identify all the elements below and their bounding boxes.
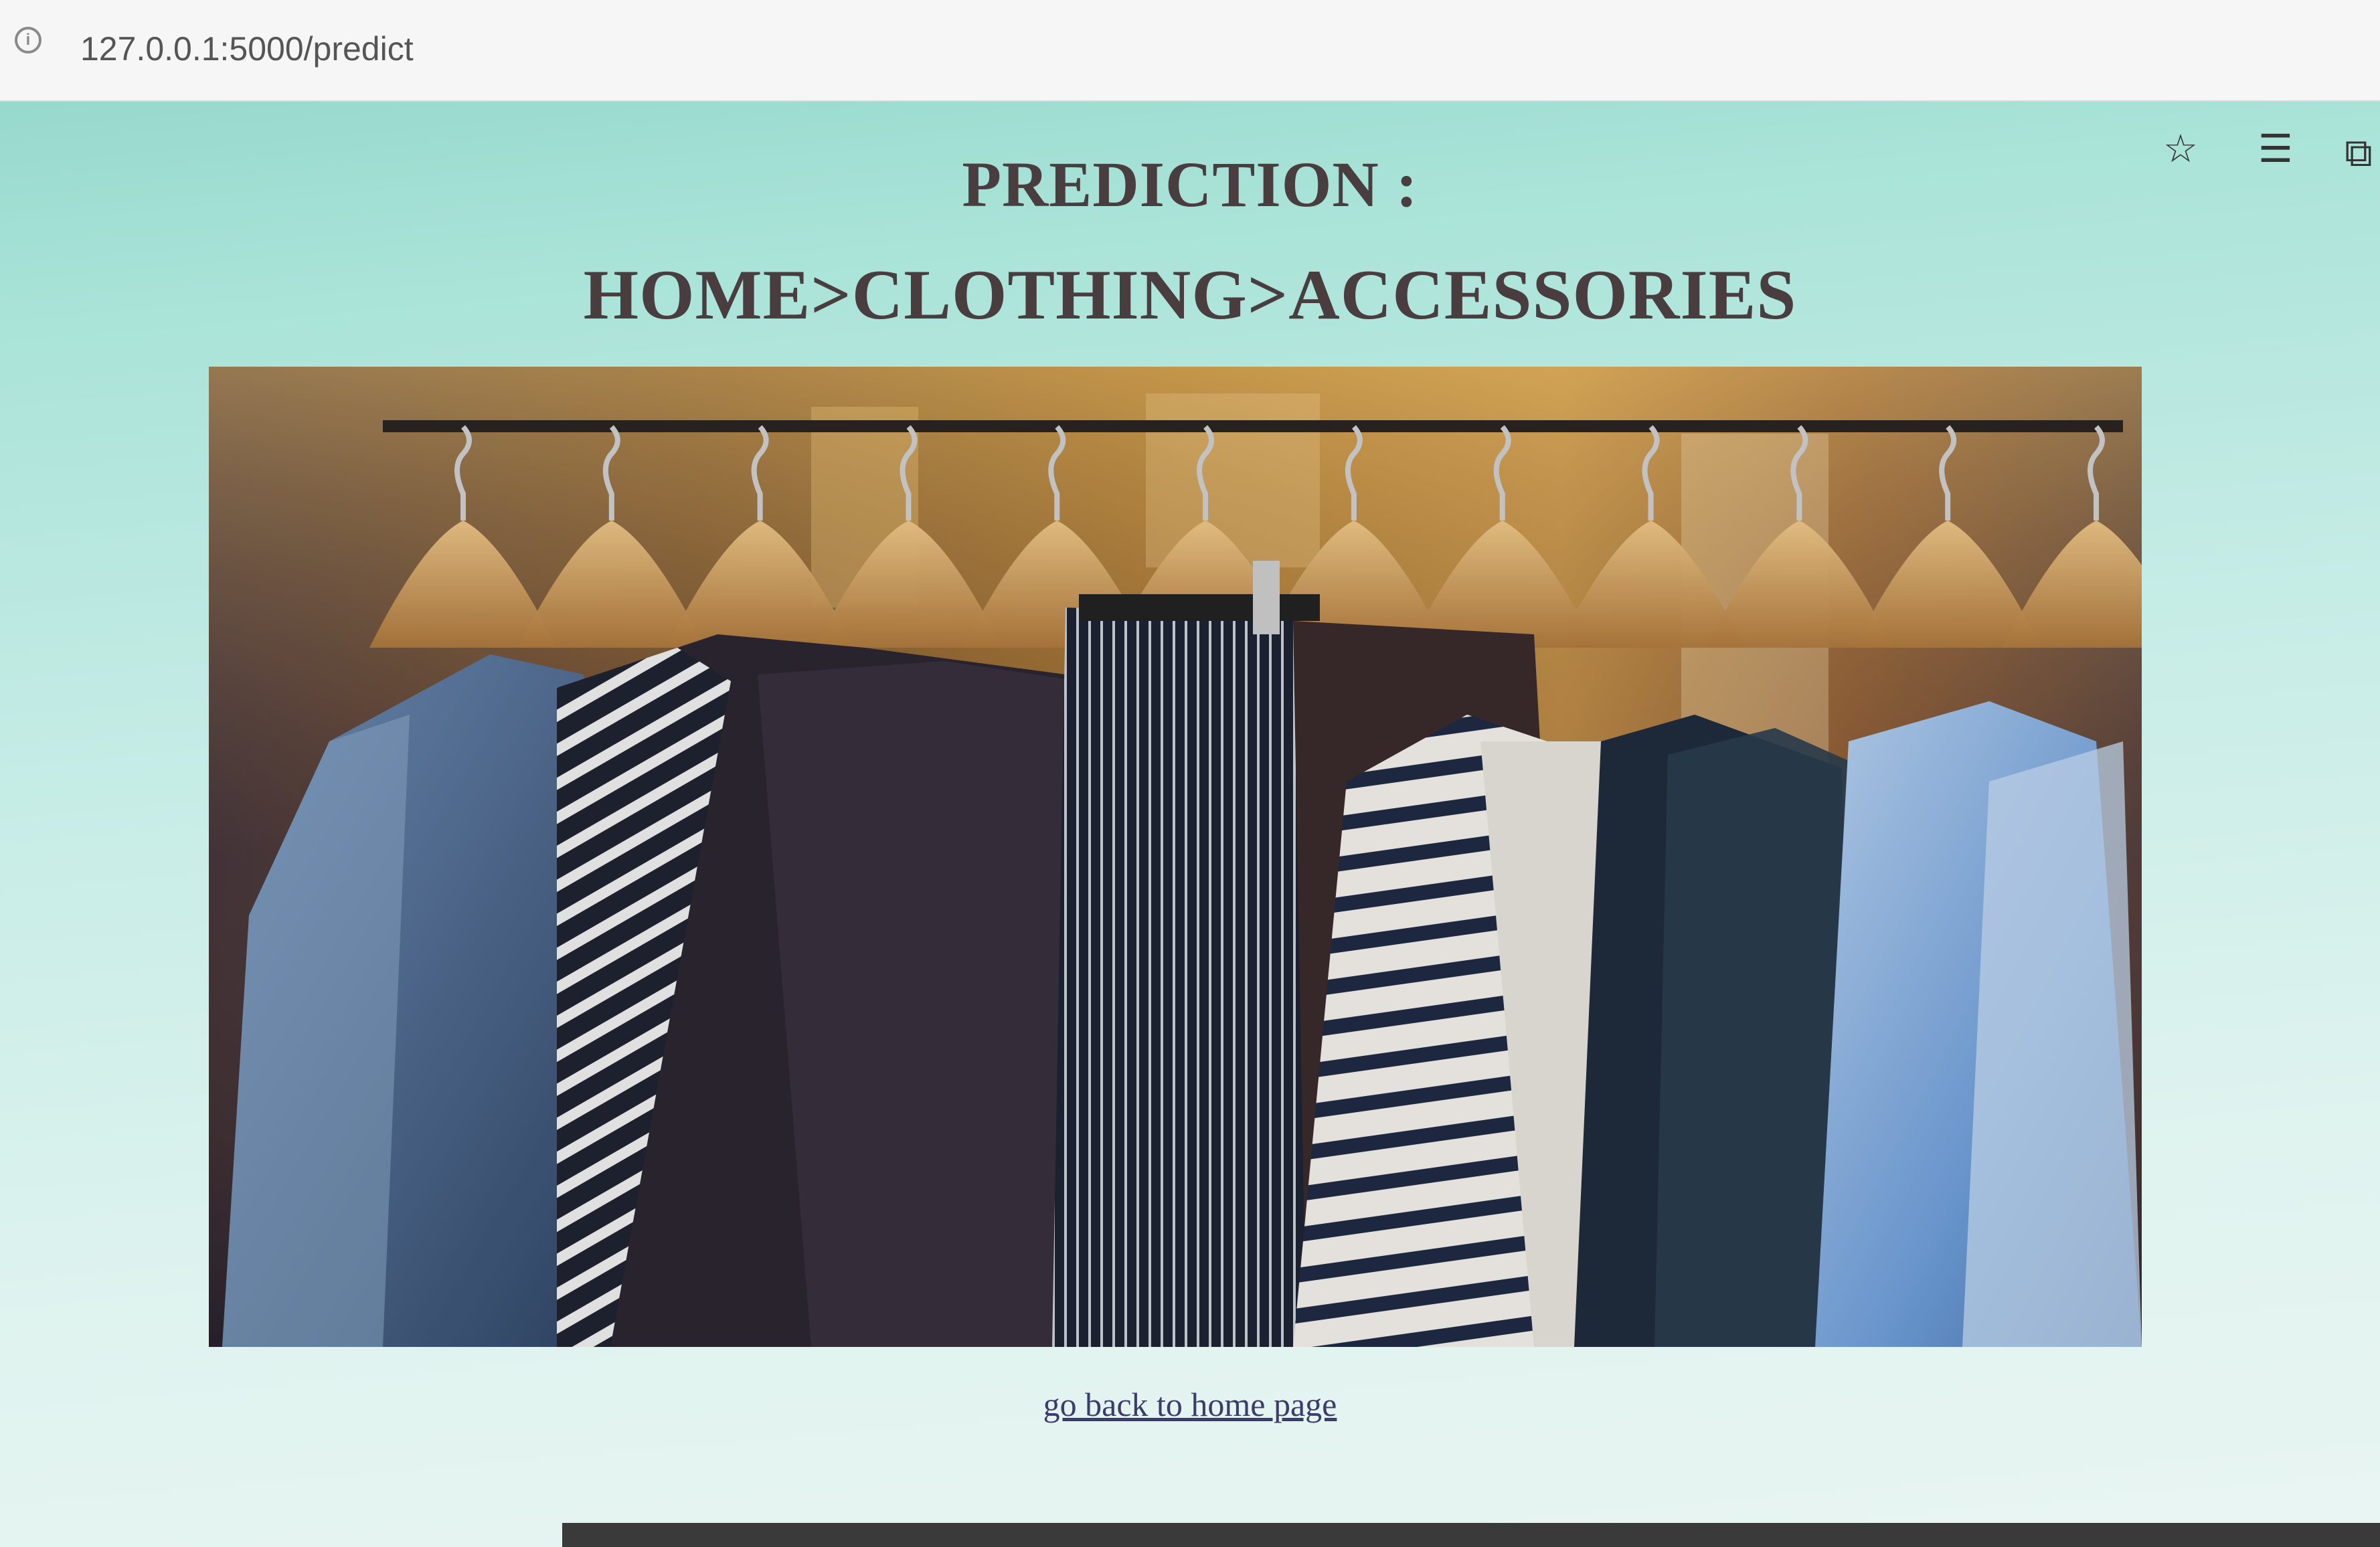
page-title: PREDICTION : xyxy=(962,149,1418,220)
info-icon[interactable]: i xyxy=(15,27,41,54)
home-link-container: go back to home page xyxy=(0,1385,2380,1424)
monitor-bezel xyxy=(562,1523,2380,1547)
address-bar[interactable]: 127.0.0.1:5000/predict xyxy=(80,29,414,68)
go-back-home-link[interactable]: go back to home page xyxy=(1043,1386,1337,1423)
browser-toolbar: i 127.0.0.1:5000/predict xyxy=(0,0,2380,102)
clothing-rack-image xyxy=(209,367,2142,1347)
prediction-result: HOME>CLOTHING>ACCESSORIES xyxy=(583,256,1797,334)
